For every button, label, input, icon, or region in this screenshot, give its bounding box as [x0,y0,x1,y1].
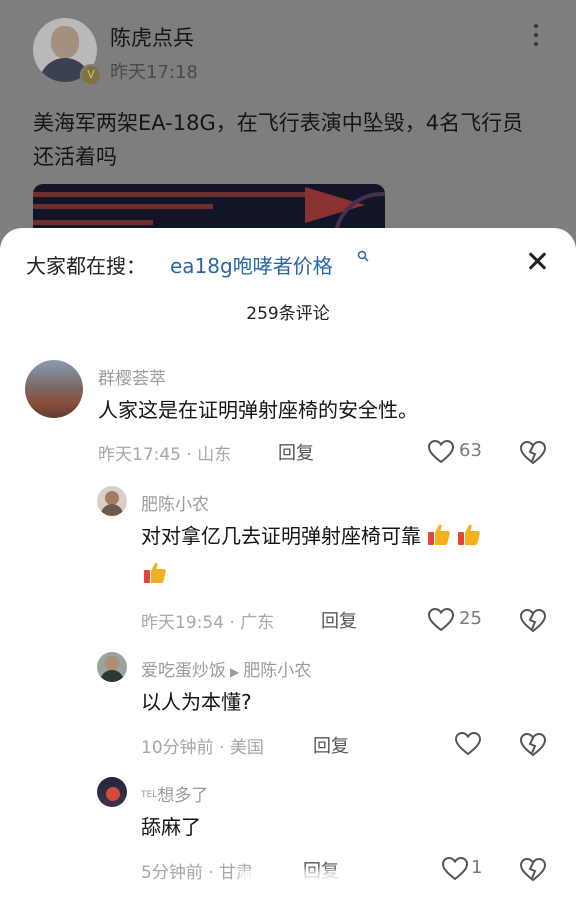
broken-heart-icon[interactable] [520,608,546,634]
avatar[interactable] [25,360,83,418]
comment-author[interactable]: 爱吃蛋炒饭 ▶ 肥陈小农 [141,656,311,681]
watermark-overlay [240,870,360,892]
like-count: 25 [459,608,482,629]
comment-time: 5分钟前 · 甘肃 [141,863,254,883]
comment-text[interactable]: 人家这是在证明弹射座椅的安全性。 [98,391,418,429]
heart-icon[interactable] [442,857,468,881]
search-icon[interactable] [357,250,369,262]
heart-icon[interactable] [428,440,454,464]
comment-author[interactable]: 肥陈小农 [141,490,209,515]
comment-time: 昨天19:54 · 广东 [141,613,275,633]
like-count: 1 [471,857,483,878]
broken-heart-icon[interactable] [520,857,546,883]
reply-arrow-icon: ▶ [230,665,240,679]
verified-badge-icon: V [80,64,102,86]
search-suggestion-link[interactable]: ea18g咆哮者价格 [170,250,333,279]
thumbs-up-emoji [458,524,480,545]
comment-author[interactable]: TEL想多了 [141,781,208,806]
comment-text[interactable]: 舔麻了 [141,808,201,846]
like-count: 63 [459,440,482,461]
comment-text[interactable]: 对对拿亿几去证明弹射座椅可靠 [141,517,551,593]
reply-button[interactable]: 回复 [321,607,357,633]
avatar[interactable] [97,652,127,682]
comment-time: 10分钟前 · 美国 [141,738,264,758]
post-title[interactable]: 美海军两架EA-18G，在飞行表演中坠毁，4名飞行员还活着吗 [33,106,543,174]
broken-heart-icon[interactable] [520,440,546,466]
comment-count: 259条评论 [246,304,330,324]
comment-time: 昨天17:45 · 山东 [98,445,232,465]
broken-heart-icon[interactable] [520,732,546,758]
comment-author[interactable]: 群樱荟萃 [98,364,166,389]
heart-icon[interactable] [428,608,454,632]
comments-sheet: 大家都在搜： ea18g咆哮者价格 259条评论 群樱荟萃 人家这是在证明弹射座… [0,228,576,903]
post-time: 昨天17:18 [110,62,198,83]
author-name[interactable]: 陈虎点兵 [110,22,194,52]
avatar[interactable] [97,486,127,516]
comment-text[interactable]: 以人为本懂? [141,683,252,721]
avatar[interactable] [97,777,127,807]
close-icon[interactable] [526,250,548,272]
reply-button[interactable]: 回复 [313,732,349,758]
more-icon[interactable] [530,24,542,50]
heart-icon[interactable] [455,732,481,756]
thumbs-up-emoji [428,524,450,545]
thumbs-up-emoji [144,562,166,583]
search-prefix: 大家都在搜： [26,254,146,278]
reply-button[interactable]: 回复 [278,439,314,465]
